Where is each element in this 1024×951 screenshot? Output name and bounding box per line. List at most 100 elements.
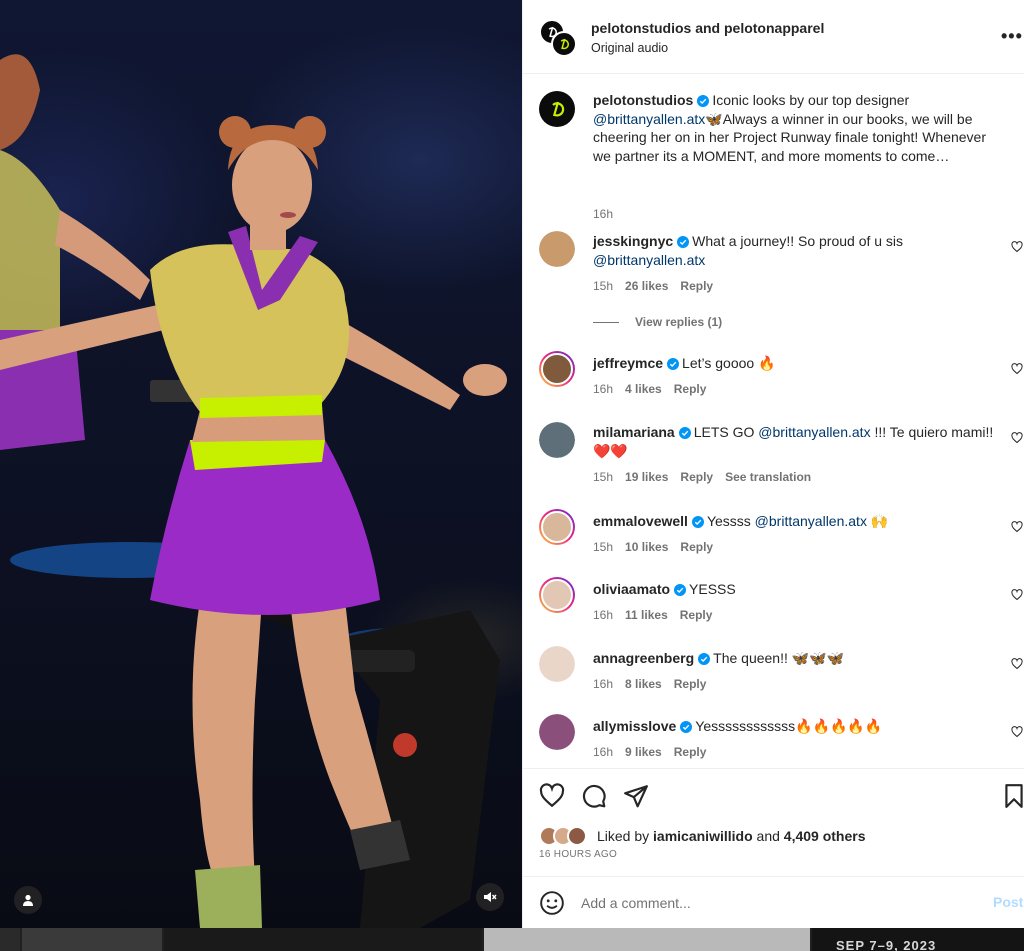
comment-reply-button[interactable]: Reply [680, 608, 713, 622]
caption-time: 16h [593, 207, 614, 221]
comment-likes[interactable]: 10 likes [625, 540, 668, 554]
heart-icon[interactable] [1011, 658, 1023, 670]
likes-count-link[interactable]: 4,409 others [784, 828, 866, 844]
user-tag-icon [23, 894, 33, 906]
original-audio-link[interactable]: Original audio [591, 41, 668, 55]
thumbnail[interactable] [0, 928, 20, 951]
comment-meta: 16h 4 likes Reply [593, 382, 718, 396]
comment-likes[interactable]: 4 likes [625, 382, 662, 396]
verified-badge-icon [697, 95, 710, 107]
first-liker-link[interactable]: iamicaniwillido [653, 828, 753, 844]
post-header: pelotonstudios and pelotonapparel Origin… [523, 0, 1024, 74]
comment-likes[interactable]: 19 likes [625, 470, 668, 484]
heart-icon[interactable] [1011, 589, 1023, 601]
view-replies-label: View replies (1) [635, 315, 723, 329]
comment-text: oliviaamato YESSS [593, 580, 1003, 599]
comment-username[interactable]: annagreenberg [593, 650, 694, 666]
heart-icon[interactable] [539, 783, 565, 809]
heart-icon[interactable] [1011, 521, 1023, 533]
comment-meta: 16h 9 likes Reply [593, 745, 718, 759]
avatar[interactable] [539, 509, 575, 545]
comment-reply-button[interactable]: Reply [674, 382, 707, 396]
caption-mention-link[interactable]: @brittanyallen.atx [593, 111, 705, 127]
post-details-panel: pelotonstudios and pelotonapparel Origin… [522, 0, 1024, 928]
heart-icon[interactable] [1011, 363, 1023, 375]
post-timestamp[interactable]: 16 HOURS AGO [539, 849, 617, 860]
post-comment-button[interactable]: Post [993, 894, 1023, 910]
comment-text: allymisslove Yessssssssssss🔥🔥🔥🔥🔥 [593, 717, 1003, 736]
caption-text-part: Iconic looks by our top designer [712, 92, 910, 108]
share-icon[interactable] [623, 783, 649, 809]
post-media-video[interactable] [0, 0, 522, 928]
comment-reply-button[interactable]: Reply [674, 745, 707, 759]
comment-icon[interactable] [581, 783, 607, 809]
more-options-button[interactable]: ••• [1001, 26, 1023, 47]
comment-mention-link[interactable]: @brittanyallen.atx [755, 513, 867, 529]
comment-reply-button[interactable]: Reply [674, 677, 707, 691]
liked-by-avatars[interactable] [539, 826, 591, 848]
avatar[interactable] [539, 422, 575, 458]
mute-toggle-button[interactable] [476, 883, 504, 911]
comment-mention-link[interactable]: @brittanyallen.atx [758, 424, 870, 440]
verified-badge-icon [674, 584, 687, 596]
heart-icon[interactable] [1011, 726, 1023, 738]
tagged-users-button[interactable] [14, 886, 42, 914]
comment-reply-button[interactable]: Reply [680, 279, 713, 293]
comment-body: YESSS [689, 581, 736, 597]
avatar[interactable] [539, 91, 575, 127]
verified-badge-icon [680, 721, 693, 733]
caption-meta: 16h [593, 207, 625, 221]
comment-likes[interactable]: 8 likes [625, 677, 662, 691]
thumbnail[interactable] [484, 928, 810, 951]
comment-text: milamariana LETS GO @brittanyallen.atx !!… [593, 423, 1003, 460]
comment-username[interactable]: allymisslove [593, 718, 676, 734]
comment-text: annagreenberg The queen!! 🦋🦋🦋 [593, 649, 1003, 668]
comment-username[interactable]: jesskingnyc [593, 233, 673, 249]
bookmark-icon[interactable] [1001, 783, 1024, 809]
comment-body: LETS GO [693, 424, 759, 440]
comment-text: jesskingnyc What a journey!! So proud of … [593, 232, 1003, 269]
comment-mention-link[interactable]: @brittanyallen.atx [593, 252, 705, 268]
related-posts-strip: SEP 7–9, 2023 [0, 928, 1024, 951]
see-translation-button[interactable]: See translation [725, 470, 811, 484]
comment-input[interactable] [581, 891, 971, 915]
liked-by-prefix: Liked by [597, 828, 654, 844]
comment-username[interactable]: milamariana [593, 424, 675, 440]
thumbnail[interactable] [164, 928, 482, 951]
comment-text: emmalovewell Yessss @brittanyallen.atx 🙌 [593, 512, 1003, 531]
add-comment-bar: Post [523, 876, 1024, 928]
avatar[interactable] [539, 577, 575, 613]
comment-time: 15h [593, 540, 614, 554]
collab-avatars[interactable] [539, 19, 577, 57]
comment-username[interactable]: jeffreymce [593, 355, 663, 371]
comment-likes[interactable]: 26 likes [625, 279, 668, 293]
comment-time: 16h [593, 677, 614, 691]
comment-username[interactable]: emmalovewell [593, 513, 688, 529]
comment-username[interactable]: oliviaamato [593, 581, 670, 597]
emoji-icon[interactable] [539, 890, 565, 916]
heart-icon[interactable] [1011, 432, 1023, 444]
comment-likes[interactable]: 11 likes [625, 608, 668, 622]
mute-icon [484, 892, 497, 902]
comment-reply-button[interactable]: Reply [680, 470, 713, 484]
avatar [551, 31, 577, 57]
comments-list[interactable]: pelotonstudios Iconic looks by our top de… [523, 75, 1024, 767]
collab-accounts-link[interactable]: pelotonstudios and pelotonapparel [591, 20, 824, 36]
avatar[interactable] [539, 714, 575, 750]
verified-badge-icon [691, 516, 704, 528]
comment-likes[interactable]: 9 likes [625, 745, 662, 759]
avatar[interactable] [539, 646, 575, 682]
comment-body: The queen!! 🦋🦋🦋 [713, 650, 845, 666]
comment-reply-button[interactable]: Reply [680, 540, 713, 554]
thumbnail[interactable] [22, 928, 162, 951]
view-replies-button[interactable]: View replies (1) [593, 315, 722, 329]
comment-time: 16h [593, 745, 614, 759]
caption-username[interactable]: pelotonstudios [593, 92, 693, 108]
heart-icon[interactable] [1011, 241, 1023, 253]
verified-badge-icon [667, 358, 680, 370]
avatar[interactable] [539, 231, 575, 267]
post-actions-bar: Liked by iamicaniwillido and 4,409 other… [523, 768, 1024, 876]
avatar[interactable] [539, 351, 575, 387]
peloton-logo-icon [560, 38, 570, 50]
comment-text: jeffreymce Let’s goooo 🔥 [593, 354, 1003, 373]
